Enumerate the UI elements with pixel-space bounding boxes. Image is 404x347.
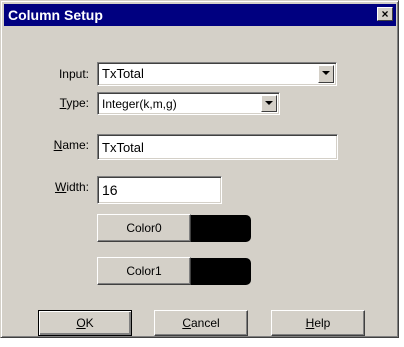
color1-button[interactable]: Color1 xyxy=(97,257,191,285)
chevron-down-icon xyxy=(322,71,330,75)
color0-button[interactable]: Color0 xyxy=(97,214,191,242)
name-field-value: TxTotal xyxy=(102,140,144,155)
column-setup-dialog: Column Setup × Input: TxTotal Type: Inte… xyxy=(0,0,399,338)
name-field[interactable]: TxTotal xyxy=(97,134,338,160)
title-bar[interactable]: Column Setup × xyxy=(4,4,396,26)
dialog-title: Column Setup xyxy=(8,7,103,23)
color0-swatch[interactable] xyxy=(191,215,251,242)
input-dropdown-button[interactable] xyxy=(318,65,334,83)
close-icon: × xyxy=(381,7,389,21)
width-label: Width: xyxy=(54,180,89,194)
color1-label: Color1 xyxy=(126,264,162,278)
ok-button[interactable]: OK xyxy=(38,310,132,336)
cancel-button[interactable]: Cancel xyxy=(154,310,248,336)
close-button[interactable]: × xyxy=(377,7,393,21)
input-label: Input: xyxy=(58,67,89,81)
chevron-down-icon xyxy=(265,101,273,105)
type-label: Type: xyxy=(59,96,89,110)
input-dropdown-value: TxTotal xyxy=(102,66,144,81)
input-dropdown[interactable]: TxTotal xyxy=(97,62,337,86)
width-field[interactable]: 16 xyxy=(97,176,222,204)
color1-swatch[interactable] xyxy=(191,258,251,285)
type-dropdown-value: Integer(k,m,g) xyxy=(102,97,177,111)
name-label: Name: xyxy=(53,138,89,152)
width-field-value: 16 xyxy=(102,182,118,198)
type-dropdown[interactable]: Integer(k,m,g) xyxy=(97,92,280,115)
color0-label: Color0 xyxy=(126,221,162,235)
help-button[interactable]: Help xyxy=(271,310,365,336)
type-dropdown-button[interactable] xyxy=(261,95,277,112)
